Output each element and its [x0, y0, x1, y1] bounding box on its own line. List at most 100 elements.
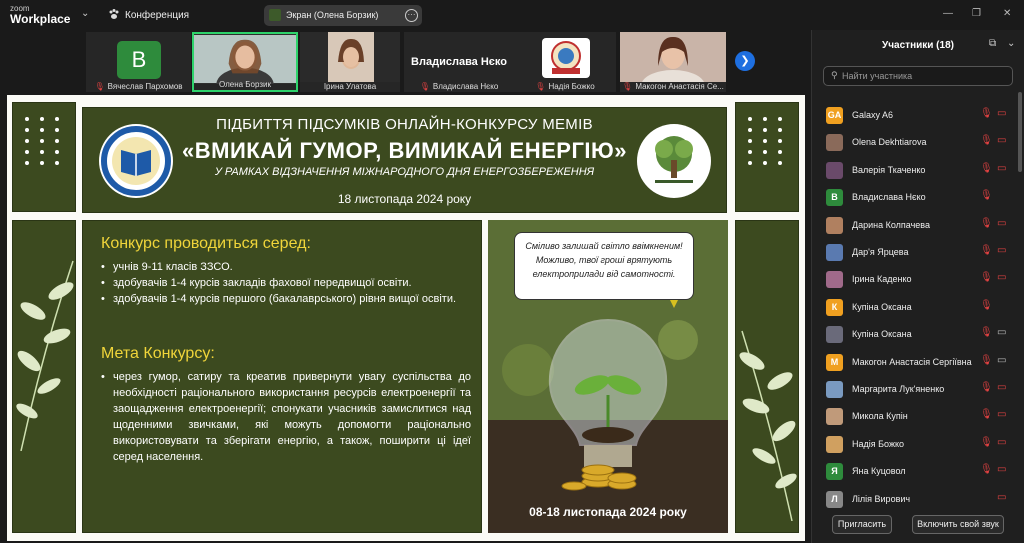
leaf-decor-panel — [735, 220, 799, 533]
meeting-info-button[interactable]: Конференция — [108, 8, 189, 21]
participant-row[interactable]: Дарина Колпачева 🎙 ▭ — [812, 212, 1024, 239]
video-tile[interactable]: В 🎙 Вячеслав Пархомов — [86, 32, 191, 92]
leaves-decoration — [16, 260, 74, 451]
video-tile[interactable]: Ірина Улатова — [300, 32, 400, 92]
dots-decoration — [25, 117, 63, 165]
video-name: Олена Борзик — [218, 80, 272, 89]
participant-row[interactable]: Валерія Ткаченко 🎙 ▭ — [812, 157, 1024, 184]
mic-muted-icon: 🎙 — [980, 162, 993, 174]
video-tile-active-speaker[interactable]: Олена Борзик — [192, 32, 298, 92]
section-title: Конкурс проводиться серед: — [101, 235, 311, 252]
list-item: здобувачів 1-4 курсів закладів фахової п… — [101, 275, 471, 291]
photo-caption: 08-18 листопада 2024 року — [529, 505, 687, 519]
section1-list: учнів 9-11 класів ЗЗСО. здобувачів 1-4 к… — [101, 259, 471, 307]
camera-on-icon: ▭ — [997, 354, 1007, 366]
participant-row[interactable]: Дар'я Ярцева 🎙 ▭ — [812, 239, 1024, 266]
camera-off-icon: ▭ — [997, 108, 1007, 119]
camera-off-icon: ▭ — [997, 409, 1007, 421]
slide-title-line2: «ВМИКАЙ ГУМОР, ВИМИКАЙ ЕНЕРГІЮ» — [182, 138, 627, 163]
list-item: учнів 9-11 класів ЗЗСО. — [101, 259, 471, 275]
video-placeholder-name: Владислава Нєко — [411, 56, 507, 68]
scrollbar[interactable] — [1018, 92, 1022, 172]
participant-row[interactable]: М Макогон Анастасія Сергіївна 🎙 ▭ — [812, 349, 1024, 376]
mic-muted-icon: 🎙 — [980, 409, 993, 421]
avatar — [826, 326, 843, 344]
participant-row[interactable]: Ірина Каденко 🎙 ▭ — [812, 266, 1024, 293]
participant-name: Лілія Вирович — [852, 493, 911, 504]
mic-muted-icon: 🎙 — [419, 82, 430, 91]
participant-row[interactable]: Купіна Оксана 🎙 ▭ — [812, 321, 1024, 348]
decor-panel — [735, 102, 799, 212]
share-thumbnail — [269, 9, 281, 21]
video-name: Надія Божко — [548, 82, 595, 91]
camera-off-icon: ▭ — [997, 464, 1007, 476]
video-tile[interactable]: Владислава Нєко 🎙 Владислава Нєко — [404, 32, 514, 92]
section2-list: через гумор, сатиру та креатив привернут… — [101, 369, 471, 465]
video-name-row: Олена Борзик — [194, 80, 296, 89]
more-icon[interactable]: ··· — [405, 9, 418, 22]
chevron-down-icon[interactable]: ⌄ — [1007, 38, 1015, 49]
camera-off-icon: ▭ — [997, 436, 1007, 448]
minimize-icon[interactable]: — — [943, 8, 953, 19]
tree-emblem-icon — [637, 124, 711, 198]
mic-muted-icon: 🎙 — [980, 245, 993, 256]
participant-name: Купіна Оксана — [852, 329, 912, 340]
participant-row[interactable]: Я Яна Куцовол 🎙 ▭ — [812, 458, 1024, 485]
mic-muted-icon: 🎙 — [980, 327, 993, 339]
video-name-row: Ірина Улатова — [300, 82, 400, 91]
participant-row[interactable]: Olena Dekhtiarova 🎙 ▭ — [812, 129, 1024, 156]
search-input[interactable] — [842, 69, 1007, 83]
participants-list[interactable]: GA Galaxy A6 🎙 ▭ Olena Dekhtiarova 🎙 ▭ Валерія … — [812, 90, 1024, 510]
leaf-decor-panel — [12, 220, 76, 533]
video-name: Макогон Анастасія Се... — [635, 82, 724, 91]
camera-off-icon: ▭ — [997, 272, 1007, 284]
screen-share-pill[interactable]: Экран (Олена Борзик) ··· — [264, 5, 422, 26]
mic-muted-icon: 🎙 — [980, 217, 993, 229]
video-feed — [194, 34, 296, 84]
participant-name: Ірина Каденко — [852, 274, 912, 285]
next-videos-arrow-icon[interactable]: ❯ — [735, 51, 755, 71]
dots-decoration — [748, 117, 786, 165]
video-feed — [300, 32, 400, 82]
avatar — [826, 216, 843, 234]
participant-row[interactable]: Л Лілія Вирович ▭ — [812, 486, 1024, 510]
participant-row[interactable]: Надія Божко 🎙 ▭ — [812, 431, 1024, 458]
participant-row[interactable]: К Купіна Оксана 🎙 — [812, 294, 1024, 321]
video-name-row: 🎙 Макогон Анастасія Се... — [620, 82, 726, 91]
participant-name: Olena Dekhtiarova — [852, 137, 927, 148]
participant-name: Микола Купін — [852, 411, 908, 422]
camera-on-icon: ▭ — [997, 327, 1007, 339]
participant-row[interactable]: Микола Купін 🎙 ▭ — [812, 403, 1024, 430]
popout-icon[interactable]: ⧉ — [989, 38, 996, 49]
list-item: здобувачів 1-4 курсів першого (бакалаврс… — [101, 291, 471, 307]
avatar — [826, 435, 843, 453]
search-icon: ⚲ — [831, 70, 838, 80]
mic-muted-icon: 🎙 — [980, 299, 993, 311]
chevron-down-icon[interactable]: ⌄ — [81, 8, 89, 19]
avatar: GA — [826, 107, 843, 124]
invite-button[interactable]: Пригласить — [832, 515, 892, 534]
close-icon[interactable]: ✕ — [1003, 8, 1011, 19]
logo-bottom: Workplace — [10, 12, 71, 26]
avatar: Я — [826, 463, 843, 481]
participant-row[interactable]: В Владислава Нєко 🎙 — [812, 184, 1024, 211]
participant-name: Купіна Оксана — [852, 301, 912, 312]
avatar — [826, 271, 843, 289]
slide-header: ПІДБИТТЯ ПІДСУМКІВ ОНЛАЙН-КОНКУРСУ МЕМІВ… — [82, 107, 727, 213]
camera-off-icon: ▭ — [997, 491, 1007, 503]
participant-row[interactable]: Маргарита Лук'яненко 🎙 ▭ — [812, 376, 1024, 403]
video-name-row: 🎙 Вячеслав Пархомов — [86, 82, 191, 91]
avatar: М — [826, 353, 843, 371]
video-tile[interactable]: 🎙 Макогон Анастасія Се... — [620, 32, 726, 92]
avatar — [826, 408, 843, 426]
participant-row[interactable]: GA Galaxy A6 🎙 ▭ — [812, 102, 1024, 129]
leaves-decoration — [739, 330, 797, 521]
slide-text-box: Конкурс проводиться серед: учнів 9-11 кл… — [82, 220, 482, 533]
restore-icon[interactable]: ❐ — [972, 8, 981, 19]
unmute-button[interactable]: Включить свой звук — [912, 515, 1004, 534]
participants-panel: Участники (18) ⧉ ⌄ ⚲ GAGalaxy A6🎙▭Olena … — [811, 30, 1024, 543]
search-field[interactable]: ⚲ — [823, 66, 1013, 86]
avatar: В — [117, 41, 161, 79]
video-tile[interactable]: 🎙 Надія Божко — [514, 32, 616, 92]
mic-muted-icon: 🎙 — [980, 135, 993, 147]
